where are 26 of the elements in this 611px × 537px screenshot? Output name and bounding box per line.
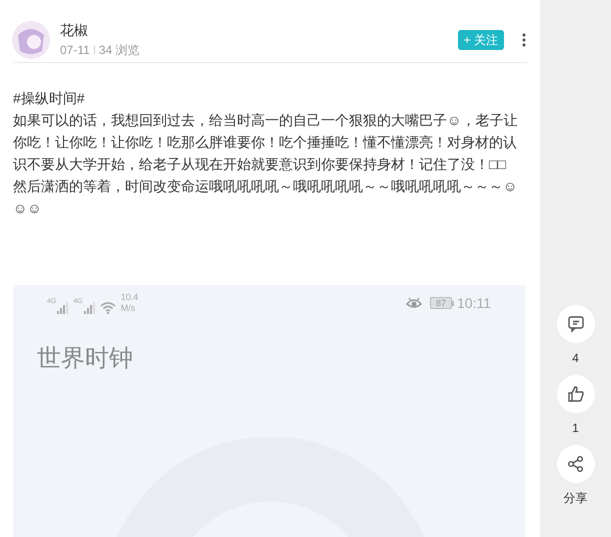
network-speed: 10.4 bbox=[120, 292, 138, 303]
comment-icon bbox=[566, 314, 586, 334]
battery-level: 87 bbox=[430, 297, 452, 309]
post-date: 07-11 bbox=[60, 42, 90, 59]
signal-icon bbox=[56, 302, 70, 314]
comment-count: 4 bbox=[572, 350, 579, 366]
share-count: 分享 bbox=[564, 490, 588, 506]
network-speed-unit: M/s bbox=[120, 303, 136, 314]
post-paragraph: 然后潇洒的等着，时间改变命运哦吼吼吼吼～哦吼吼吼吼～～哦吼吼吼吼～～～☺☺☺ bbox=[13, 177, 518, 218]
status-time: 10:11 bbox=[457, 295, 491, 311]
share-icon bbox=[566, 454, 586, 474]
comment-button[interactable] bbox=[556, 305, 594, 343]
post-paragraph: #操纵时间# bbox=[13, 89, 86, 108]
post-paragraph: 如果可以的话，我想回到过去，给当时高一的自己一个狠狠的大嘴巴子☺，老子让你吃！让你吃！让你吃！吃那么胖谁要你！吃个捶捶吃！懂不懂漂亮！对身材的认识不要从大学开始，给老子从现在开始就要意识到你要保持身材！记住了没！□□ bbox=[13, 111, 518, 174]
like-button[interactable] bbox=[556, 375, 594, 413]
eye-icon bbox=[406, 297, 422, 309]
author-name[interactable]: 花椒 bbox=[60, 21, 140, 39]
view-count: 34 浏览 bbox=[98, 42, 140, 59]
wifi-icon bbox=[100, 301, 117, 314]
signal-icon bbox=[82, 302, 96, 314]
like-count: 1 bbox=[572, 420, 579, 436]
more-icon[interactable] bbox=[522, 33, 526, 47]
screen-title: 世界时钟 bbox=[36, 344, 134, 374]
thumbs-up-icon bbox=[566, 384, 586, 404]
share-button[interactable] bbox=[556, 445, 594, 483]
avatar bbox=[12, 21, 50, 59]
